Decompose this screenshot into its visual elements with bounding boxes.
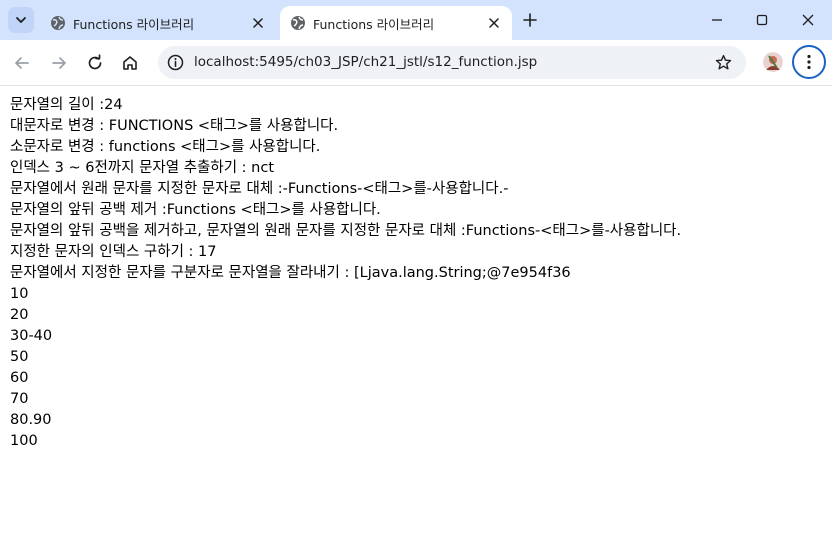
- output-line: 문자열의 앞뒤 공백 제거 :Functions <태그>를 사용합니다.: [10, 202, 381, 218]
- arrow-left-icon: [15, 57, 29, 69]
- chevron-down-icon: [16, 17, 26, 23]
- output-line: 문자열에서 지정한 문자를 구분자로 문자열을 잘라내기 : [Ljava.la…: [10, 265, 571, 281]
- close-icon[interactable]: [488, 17, 500, 29]
- output-line: 소문자로 변경 : functions <태그>를 사용합니다.: [10, 139, 321, 155]
- address-bar[interactable]: localhost:5495/ch03_JSP/ch21_jstl/s12_fu…: [158, 46, 746, 79]
- url-text[interactable]: localhost:5495/ch03_JSP/ch21_jstl/s12_fu…: [194, 54, 537, 70]
- output-line: 문자열에서 원래 문자를 지정한 문자로 대체 :-Functions-<태그>…: [10, 181, 509, 197]
- arrow-right-icon: [52, 57, 66, 69]
- tab-title: Functions 라이브러리: [73, 17, 195, 32]
- tab-strip: Functions 라이브러리 Functions 라이브러리: [0, 0, 832, 40]
- output-line: 20: [10, 307, 29, 323]
- info-icon[interactable]: [167, 54, 184, 71]
- browser-toolbar: localhost:5495/ch03_JSP/ch21_jstl/s12_fu…: [0, 40, 832, 86]
- tab-search-button[interactable]: [8, 7, 34, 33]
- output-line: 인덱스 3 ~ 6전까지 문자열 추출하기 : nct: [10, 160, 275, 176]
- output-line: 70: [10, 391, 29, 407]
- output-line: 60: [10, 370, 29, 386]
- back-button[interactable]: [11, 52, 33, 74]
- browser-menu-button[interactable]: [792, 45, 826, 79]
- home-icon: [123, 56, 137, 70]
- close-window-button[interactable]: [798, 10, 818, 30]
- output-line: 문자열의 앞뒤 공백을 제거하고, 문자열의 원래 문자를 지정한 문자로 대체…: [10, 223, 682, 239]
- minimize-icon: [712, 19, 722, 21]
- avatar-icon: [763, 52, 783, 72]
- reload-icon: [88, 54, 102, 70]
- tab-inactive[interactable]: Functions 라이브러리: [40, 6, 276, 40]
- output-line: 지정한 문자의 인덱스 구하기 : 17: [10, 244, 217, 260]
- forward-button[interactable]: [48, 52, 70, 74]
- close-icon[interactable]: [252, 17, 264, 29]
- maximize-button[interactable]: [752, 10, 772, 30]
- globe-icon: [51, 16, 65, 30]
- minimize-button[interactable]: [707, 10, 727, 30]
- output-line: 문자열의 길이 :24: [10, 97, 123, 113]
- tab-title: Functions 라이브러리: [313, 17, 435, 32]
- page-content: 문자열의 길이 :24 대문자로 변경 : FUNCTIONS <태그>를 사용…: [10, 95, 826, 452]
- output-line: 대문자로 변경 : FUNCTIONS <태그>를 사용합니다.: [10, 118, 339, 134]
- more-vertical-icon: [807, 54, 811, 70]
- home-button[interactable]: [119, 52, 141, 74]
- close-icon: [802, 14, 814, 26]
- output-line: 50: [10, 349, 29, 365]
- reload-button[interactable]: [84, 52, 106, 74]
- globe-icon: [291, 16, 305, 30]
- output-line: 30-40: [10, 328, 53, 344]
- output-line: 80.90: [10, 412, 52, 428]
- maximize-icon: [756, 14, 768, 26]
- tab-active[interactable]: Functions 라이브러리: [280, 6, 512, 40]
- bookmark-star-icon[interactable]: [715, 54, 732, 71]
- new-tab-button[interactable]: [521, 11, 539, 29]
- profile-avatar[interactable]: [763, 52, 783, 72]
- output-line: 10: [10, 286, 29, 302]
- output-line: 100: [10, 433, 38, 449]
